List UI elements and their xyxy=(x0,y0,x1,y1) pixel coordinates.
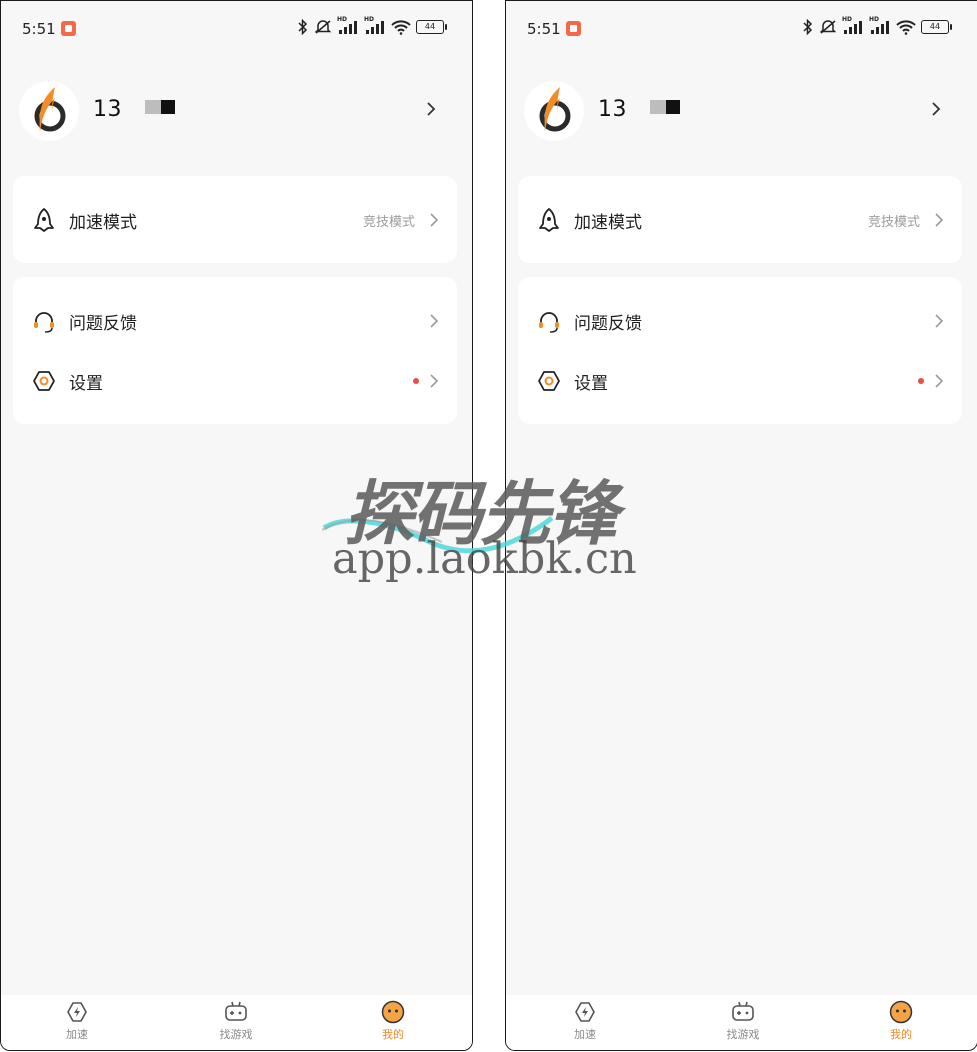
screen-record-icon xyxy=(61,21,76,36)
tab-label: 加速 xyxy=(574,1028,596,1041)
mode-label: 加速模式 xyxy=(69,213,137,233)
headset-icon xyxy=(539,312,559,333)
tab-find-games[interactable]: 找游戏 xyxy=(713,1000,773,1042)
mute-icon xyxy=(819,20,837,34)
avatar[interactable] xyxy=(19,81,79,141)
username: 13 xyxy=(598,97,627,122)
signal-icon xyxy=(366,21,384,34)
settings-row[interactable]: 设置 xyxy=(518,360,962,400)
feedback-row[interactable]: 问题反馈 xyxy=(518,300,962,340)
chevron-right-icon xyxy=(430,213,439,227)
chevron-right-icon xyxy=(935,374,944,388)
signal-icon xyxy=(844,21,862,34)
tab-mine[interactable]: 我的 xyxy=(871,1000,931,1042)
signal-1: HD xyxy=(337,16,359,35)
avatar[interactable] xyxy=(524,81,584,141)
tab-label: 我的 xyxy=(890,1028,912,1041)
rocket-icon xyxy=(539,208,559,232)
screen-record-icon xyxy=(566,21,581,36)
status-icons: HD HD 44 xyxy=(297,16,447,35)
mode-value: 竞技模式 xyxy=(362,215,415,230)
settings-icon xyxy=(538,371,560,391)
settings-row[interactable]: 设置 xyxy=(13,360,457,400)
gamepad-icon xyxy=(225,1001,247,1021)
menu-label: 问题反馈 xyxy=(574,314,642,334)
menu-card: 问题反馈 设置 xyxy=(518,277,962,424)
rocket-icon xyxy=(34,208,54,232)
wifi-icon xyxy=(896,20,916,35)
status-icons: HD HD 44 xyxy=(802,16,952,35)
profile-header[interactable]: 13 xyxy=(524,81,959,141)
username-mask xyxy=(650,100,666,114)
signal-icon xyxy=(339,21,357,34)
signal-1: HD xyxy=(842,16,864,35)
app-logo-icon xyxy=(539,87,571,132)
username-mask xyxy=(666,100,680,114)
tab-accelerate[interactable]: 加速 xyxy=(47,1000,107,1042)
mode-card: 加速模式 竞技模式 xyxy=(518,176,962,263)
face-icon xyxy=(889,1000,913,1024)
tab-label: 加速 xyxy=(66,1028,88,1041)
acceleration-mode-row[interactable]: 加速模式 竞技模式 xyxy=(13,199,457,239)
phone-screen-left: 5:51 HD HD 44 13 加速模式 竞技模式 问题反馈 设置 加速 找游… xyxy=(0,0,473,1051)
signal-2: HD xyxy=(869,16,891,35)
notification-dot xyxy=(413,378,419,384)
lightning-icon xyxy=(575,1002,595,1022)
status-time: 5:51 xyxy=(527,20,561,38)
bluetooth-icon xyxy=(298,19,308,35)
tab-label: 找游戏 xyxy=(726,1028,760,1041)
profile-header[interactable]: 13 xyxy=(19,81,454,141)
menu-card: 问题反馈 设置 xyxy=(13,277,457,424)
chevron-right-icon xyxy=(932,102,941,116)
username-mask xyxy=(145,100,161,114)
battery-icon: 44 xyxy=(921,20,952,34)
chevron-right-icon xyxy=(430,374,439,388)
tab-label: 找游戏 xyxy=(219,1028,253,1041)
gamepad-icon xyxy=(732,1001,754,1021)
username-mask xyxy=(161,100,175,114)
chevron-right-icon xyxy=(935,213,944,227)
menu-label: 设置 xyxy=(69,374,103,394)
signal-icon xyxy=(871,21,889,34)
face-icon xyxy=(381,1000,405,1024)
bluetooth-icon xyxy=(803,19,813,35)
chevron-right-icon xyxy=(935,314,944,328)
status-time: 5:51 xyxy=(22,20,56,38)
headset-icon xyxy=(34,312,54,333)
app-logo-icon xyxy=(34,87,66,132)
bottom-tab-bar: 加速 找游戏 我的 xyxy=(506,995,977,1050)
chevron-right-icon xyxy=(427,102,436,116)
tab-mine[interactable]: 我的 xyxy=(363,1000,423,1042)
acceleration-mode-row[interactable]: 加速模式 竞技模式 xyxy=(518,199,962,239)
phone-screen-right: 5:51 HD HD 44 13 加速模式 竞技模式 问题反馈 设置 加速 找游… xyxy=(505,0,977,1051)
signal-2: HD xyxy=(364,16,386,35)
username: 13 xyxy=(93,97,122,122)
wifi-icon xyxy=(391,20,411,35)
mode-value: 竞技模式 xyxy=(867,215,920,230)
settings-icon xyxy=(33,371,55,391)
menu-label: 设置 xyxy=(574,374,608,394)
mute-icon xyxy=(314,20,332,34)
chevron-right-icon xyxy=(430,314,439,328)
mode-label: 加速模式 xyxy=(574,213,642,233)
feedback-row[interactable]: 问题反馈 xyxy=(13,300,457,340)
tab-label: 我的 xyxy=(382,1028,404,1041)
status-bar: 5:51 HD HD 44 xyxy=(527,16,952,40)
mode-card: 加速模式 竞技模式 xyxy=(13,176,457,263)
battery-icon: 44 xyxy=(416,20,447,34)
notification-dot xyxy=(918,378,924,384)
menu-label: 问题反馈 xyxy=(69,314,137,334)
status-bar: 5:51 HD HD 44 xyxy=(22,16,447,40)
lightning-icon xyxy=(67,1002,87,1022)
tab-find-games[interactable]: 找游戏 xyxy=(206,1000,266,1042)
tab-accelerate[interactable]: 加速 xyxy=(555,1000,615,1042)
bottom-tab-bar: 加速 找游戏 我的 xyxy=(1,995,472,1050)
